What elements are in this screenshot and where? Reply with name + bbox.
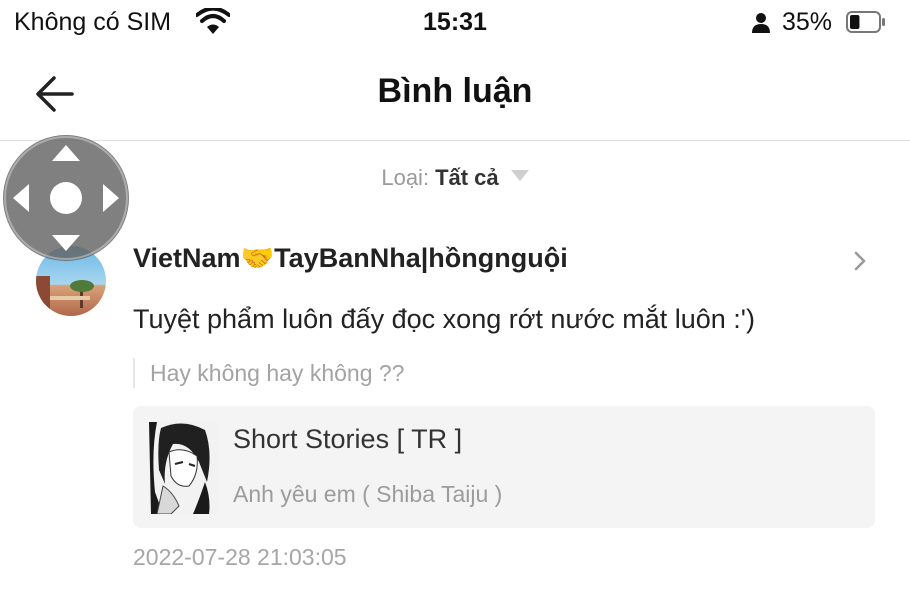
book-card[interactable]: Short Stories [ TR ] Anh yêu em ( Shiba …: [133, 406, 875, 528]
dpad-icon[interactable]: [3, 135, 129, 261]
quoted-comment: Hay không hay không ??: [133, 358, 404, 388]
filter-label: Loại:: [381, 165, 430, 190]
page-title: Bình luận: [377, 72, 533, 110]
chevron-right-icon[interactable]: [852, 249, 868, 273]
filter-value[interactable]: Tất cả: [435, 165, 499, 190]
comment-timestamp: 2022-07-28 21:03:05: [133, 544, 347, 570]
comment-text: Tuyệt phẩm luôn đấy đọc xong rớt nước mắ…: [133, 304, 755, 334]
comment-username[interactable]: VietNam🤝TayBanNha|hồngnguội: [133, 242, 568, 274]
clock-time: 15:31: [423, 8, 487, 36]
status-bar: Không có SIM 15:31 35%: [0, 0, 910, 46]
filter-row[interactable]: Loại: Tất cả: [0, 165, 910, 191]
nav-bar: Bình luận: [0, 46, 910, 141]
battery-percent: 35%: [782, 8, 833, 36]
caret-down-icon[interactable]: [510, 170, 529, 181]
book-chapter: Anh yêu em ( Shiba Taiju ): [233, 481, 503, 507]
book-title: Short Stories [ TR ]: [233, 424, 463, 454]
battery-icon: [846, 10, 886, 34]
book-cover-image: [149, 422, 217, 514]
person-icon: [752, 12, 770, 34]
